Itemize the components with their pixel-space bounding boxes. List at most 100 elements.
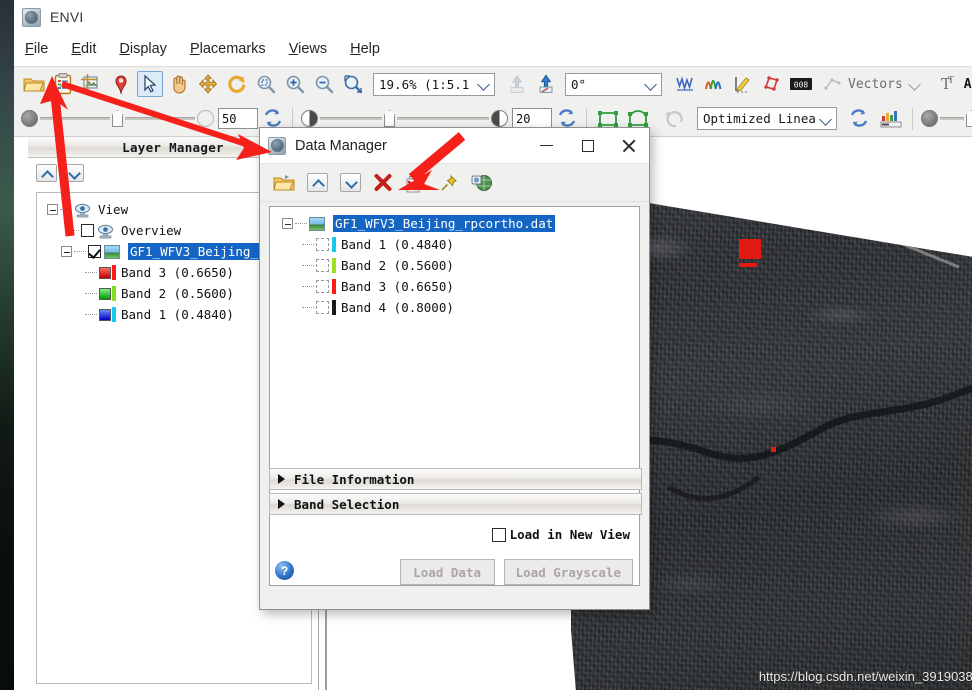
menu-file[interactable]: File	[24, 39, 49, 59]
band-2-label: Band 2 (0.5600)	[121, 286, 234, 301]
contrast-high-knob-icon	[491, 110, 508, 127]
metadata-viewer-icon[interactable]	[470, 171, 494, 195]
help-icon[interactable]: ?	[275, 561, 294, 580]
contrast-slider-thumb[interactable]	[384, 110, 395, 127]
vectors-label[interactable]: Vectors	[848, 77, 903, 92]
spectral-library-icon[interactable]	[701, 71, 727, 97]
placemark-pin-icon[interactable]	[108, 71, 134, 97]
chevron-down-icon	[819, 112, 833, 126]
menubar: File Edit Display Placemarks Views Help	[14, 34, 972, 64]
close-icon[interactable]	[608, 128, 649, 163]
chevron-down-icon	[644, 77, 658, 91]
main-toolbar-row-1: 19.6% (1:5.1 0° 008 Vectors T T A	[14, 66, 972, 101]
section-band-selection[interactable]: Band Selection	[269, 493, 642, 515]
pan-hand-icon[interactable]	[166, 71, 192, 97]
collapse-view-icon[interactable]	[47, 204, 58, 215]
load-data-button[interactable]: Load Data	[399, 559, 495, 585]
band-2-color-bar-icon	[112, 286, 116, 301]
load-in-new-view-label: Load in New View	[509, 527, 630, 542]
dm-band-row[interactable]: Band 3 (0.6650)	[276, 276, 639, 297]
density-slice-icon[interactable]: 008	[788, 71, 814, 97]
menu-edit[interactable]: Edit	[70, 39, 97, 59]
fly-move-icon[interactable]	[195, 71, 221, 97]
load-grayscale-button[interactable]: Load Grayscale	[503, 559, 633, 585]
spectral-profile-icon[interactable]	[672, 71, 698, 97]
raster-visibility-checkbox[interactable]	[88, 245, 101, 258]
select-cursor-icon[interactable]	[137, 71, 163, 97]
band-3-label: Band 3 (0.6650)	[121, 265, 234, 280]
menu-help[interactable]: Help	[349, 39, 381, 59]
dm-file-label: GF1_WFV3_Beijing_rpcortho.dat	[333, 215, 556, 232]
band-1-label: Band 1 (0.4840)	[121, 307, 234, 322]
vectors-icon[interactable]	[823, 71, 843, 97]
dm-band-row[interactable]: Band 4 (0.8000)	[276, 297, 639, 318]
close-all-files-icon[interactable]	[404, 171, 428, 195]
band-1-checkbox[interactable]	[316, 238, 329, 251]
band-4-checkbox[interactable]	[316, 301, 329, 314]
open-file-icon[interactable]	[272, 171, 296, 195]
rotation-combo[interactable]: 0°	[565, 72, 662, 96]
zoom-out-icon[interactable]	[311, 71, 337, 97]
watermark-text: https://blog.csdn.net/weixin_39190382	[758, 669, 972, 684]
sharpen-slider-thumb[interactable]	[966, 110, 972, 127]
transparency-slider-thumb[interactable]	[112, 110, 123, 127]
section-file-information[interactable]: File Information	[269, 468, 642, 490]
desktop-background-strip	[0, 0, 14, 690]
move-layer-up-icon[interactable]	[36, 163, 57, 182]
geolink-icon[interactable]	[533, 71, 559, 97]
sharpen-slider[interactable]	[921, 110, 972, 127]
band-2-checkbox[interactable]	[316, 259, 329, 272]
band-1-color-bar-icon	[332, 237, 336, 252]
north-up-icon[interactable]	[504, 71, 530, 97]
data-manager-titlebar[interactable]: Data Manager	[260, 128, 649, 164]
zoom-level-combo[interactable]: 19.6% (1:5.1	[373, 72, 495, 96]
transparency-value-input[interactable]: 50	[218, 108, 258, 129]
dm-band-row[interactable]: Band 2 (0.5600)	[276, 255, 639, 276]
contrast-slider[interactable]	[301, 110, 508, 127]
data-manager-sections: File Information Band Selection	[269, 468, 642, 518]
move-layer-down-icon[interactable]	[63, 163, 84, 182]
transparency-slider[interactable]	[21, 110, 214, 127]
crop-icon[interactable]	[79, 71, 105, 97]
stretch-type-combo[interactable]: Optimized Linear	[697, 107, 837, 130]
raster-layer-icon	[104, 244, 120, 259]
envi-application-window: ENVI File Edit Display Placemarks Views …	[0, 0, 972, 690]
maximize-icon[interactable]	[567, 128, 608, 163]
contrast-value-input[interactable]: 20	[512, 108, 552, 129]
reset-stretch-icon[interactable]	[848, 108, 870, 130]
undo-stretch-icon[interactable]	[661, 106, 687, 132]
open-file-icon[interactable]	[21, 71, 47, 97]
histogram-icon[interactable]	[878, 106, 904, 132]
menu-placemarks[interactable]: Placemarks	[189, 39, 267, 59]
rotate-icon[interactable]	[224, 71, 250, 97]
minimize-icon[interactable]	[526, 128, 567, 163]
menu-display[interactable]: Display	[118, 39, 168, 59]
collapse-file-icon[interactable]	[282, 218, 293, 229]
close-file-icon[interactable]	[371, 171, 395, 195]
svg-text:T: T	[948, 76, 954, 86]
pixel-edit-icon[interactable]	[730, 71, 756, 97]
raster-file-icon	[309, 216, 325, 231]
annotation-label[interactable]: Annot	[964, 77, 972, 92]
zoom-region-icon[interactable]	[340, 71, 366, 97]
collapse-raster-icon[interactable]	[61, 246, 72, 257]
data-manager-icon[interactable]	[50, 71, 76, 97]
move-down-icon[interactable]	[338, 171, 362, 195]
roi-tool-icon[interactable]	[759, 71, 785, 97]
zoom-in-icon[interactable]	[282, 71, 308, 97]
overview-visibility-checkbox[interactable]	[81, 224, 94, 237]
window-title: ENVI	[50, 9, 84, 25]
load-in-new-view-row[interactable]: Load in New View	[491, 527, 630, 542]
band-3-checkbox[interactable]	[316, 280, 329, 293]
vectors-chevron-down-icon[interactable]	[908, 77, 922, 91]
dm-band-row[interactable]: Band 1 (0.4840)	[276, 234, 639, 255]
annotation-icon[interactable]: T T	[933, 71, 959, 97]
expand-triangle-icon	[278, 499, 285, 509]
move-up-icon[interactable]	[305, 171, 329, 195]
zoom-to-extent-icon[interactable]	[253, 71, 279, 97]
pin-icon[interactable]	[437, 171, 461, 195]
dm-band-3-label: Band 3 (0.6650)	[341, 279, 454, 294]
dm-file-row[interactable]: GF1_WFV3_Beijing_rpcortho.dat	[276, 213, 639, 234]
load-in-new-view-checkbox[interactable]	[491, 527, 506, 542]
menu-views[interactable]: Views	[288, 39, 328, 59]
